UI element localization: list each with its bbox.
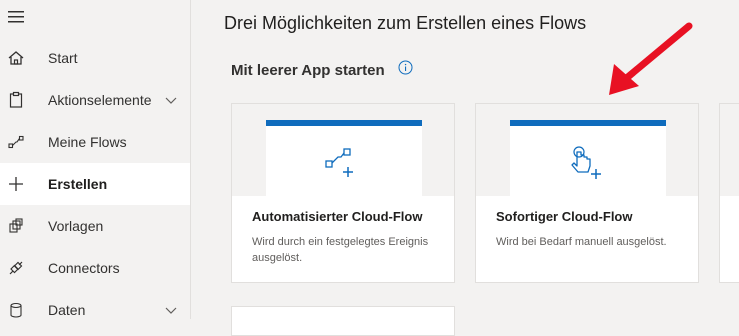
automated-flow-icon [325,148,353,177]
data-icon [6,300,26,320]
chevron-down-icon[interactable] [164,303,178,317]
flow-icon [6,132,26,152]
sidebar-item-label: Connectors [48,260,120,276]
card-preview [476,104,698,196]
sidebar-item-connectors[interactable]: Connectors [0,247,190,289]
templates-icon [6,216,26,236]
page-title: Drei Möglichkeiten zum Erstellen eines F… [224,13,587,33]
annotation-arrow-icon [609,22,693,95]
card-window [266,120,422,196]
card-description: Wird bei Bedarf manuell ausgelöst. [496,236,667,248]
connector-icon [6,258,26,278]
chevron-down-icon[interactable] [164,93,178,107]
card-automated-cloud-flow[interactable]: Automatisierter Cloud-Flow Wird durch ei… [231,103,455,283]
sidebar-item-label: Erstellen [48,176,108,192]
sidebar-item-label: Aktionselemente [48,92,152,108]
info-icon[interactable] [398,60,413,75]
main-content: Drei Möglichkeiten zum Erstellen eines F… [191,0,739,336]
sidebar-item-label: Daten [48,302,86,318]
sidebar-item-daten[interactable]: Daten [0,289,190,331]
card-instant-cloud-flow[interactable]: Sofortiger Cloud-Flow Wird bei Bedarf ma… [475,103,699,283]
sidebar-item-meine-flows[interactable]: Meine Flows [0,121,190,163]
card-partial-bottom[interactable] [231,306,455,336]
sidebar-item-label: Meine Flows [48,134,127,150]
sidebar-item-aktionselemente[interactable]: Aktionselemente [0,79,190,121]
card-description: Wird durch ein festgelegtes Ereignis aus… [252,236,429,264]
sidebar-item-label: Vorlagen [48,218,104,234]
section-title: Mit leerer App starten [231,62,385,79]
sidebar-item-vorlagen[interactable]: Vorlagen [0,205,190,247]
card-title: Sofortiger Cloud-Flow [496,209,633,224]
card-title: Automatisierter Cloud-Flow [252,209,423,224]
sidebar-item-start[interactable]: Start [0,37,190,79]
clipboard-icon [6,90,26,110]
card-preview [720,104,739,196]
card-window [510,120,666,196]
sidebar-item-label: Start [48,50,78,66]
card-preview [232,104,454,196]
sidebar: Start Aktionselemente Meine Flows Erstel… [0,0,191,319]
touch-icon [571,146,601,179]
hamburger-menu-icon[interactable] [8,10,24,24]
card-partial[interactable] [719,103,739,283]
sidebar-item-erstellen[interactable]: Erstellen [0,163,190,205]
plus-icon [6,174,26,194]
home-icon [6,48,26,68]
